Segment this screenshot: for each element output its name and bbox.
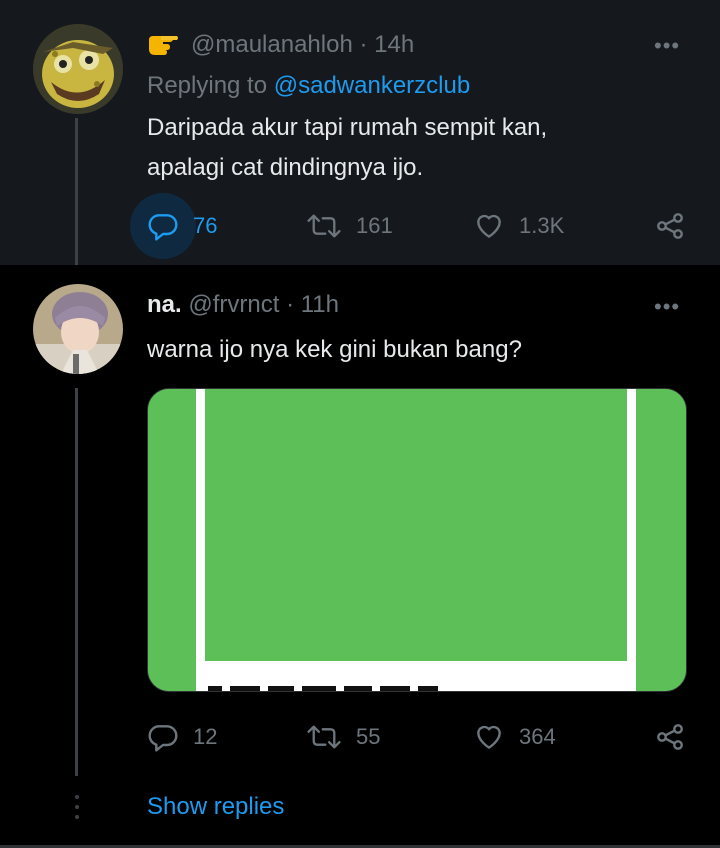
reply-count: 12 [193,724,218,749]
avatar-frvrnct[interactable] [33,284,123,374]
avatar-image [33,284,123,374]
tweet-text-line: apalagi cat dindingnya ijo. [147,154,424,181]
tweet-text: Daripada akur tapi rumah sempit kan, apa… [147,108,547,188]
tweet-header: na. @frvrnct · 11h [147,291,339,319]
retweet-icon [306,721,342,753]
reply-button[interactable]: 12 [147,707,217,767]
like-count: 1.3K [519,213,565,238]
reply-button[interactable]: 76 [147,196,217,256]
reply-count: 76 [193,213,218,238]
retweet-count: 55 [356,724,381,749]
reply-icon [147,210,179,242]
tweet-text: warna ijo nya kek gini bukan bang? [147,336,522,363]
pointing-hand-icon [147,30,179,63]
retweet-button[interactable]: 161 [306,196,393,256]
tweet-actions: 76 161 1.3K [0,193,720,259]
tweet-text-line: Daripada akur tapi rumah sempit kan, [147,114,548,141]
tweet-card-maulanahloh[interactable]: @maulanahloh · 14h ••• Replying to @sadw… [0,0,720,265]
more-icon[interactable]: ••• [654,33,680,59]
author-handle[interactable]: @frvrnct [188,291,279,318]
retweet-button[interactable]: 55 [306,707,380,767]
tweet-time[interactable]: · 14h [359,31,414,58]
avatar-image [33,24,123,114]
show-replies-link[interactable]: Show replies [147,793,284,821]
tweet-actions: 12 55 364 [0,707,720,767]
tweet-header: @maulanahloh · 14h [147,30,414,63]
replying-to-label: Replying to [147,72,274,99]
reply-icon [147,721,179,753]
like-button[interactable]: 1.3K [473,196,564,256]
share-button[interactable] [654,707,686,767]
retweet-icon [306,210,342,242]
share-button[interactable] [654,196,686,256]
replying-to: Replying to @sadwankerzclub [147,72,470,100]
author-display-name[interactable]: na. [147,291,182,318]
share-icon [654,210,686,242]
tweet-time[interactable]: · 11h [286,291,339,318]
thread-more-dots [75,795,79,825]
retweet-count: 161 [356,213,393,238]
green-swatch-image [148,389,686,691]
more-icon[interactable]: ••• [654,294,680,320]
like-count: 364 [519,724,556,749]
share-icon [654,721,686,753]
avatar-maulanahloh[interactable] [33,24,123,114]
like-icon [473,210,505,242]
tweet-media-image[interactable] [147,388,687,692]
like-icon [473,721,505,753]
like-button[interactable]: 364 [473,707,556,767]
author-handle[interactable]: @maulanahloh [191,31,353,58]
replying-to-handle[interactable]: @sadwankerzclub [274,72,470,99]
